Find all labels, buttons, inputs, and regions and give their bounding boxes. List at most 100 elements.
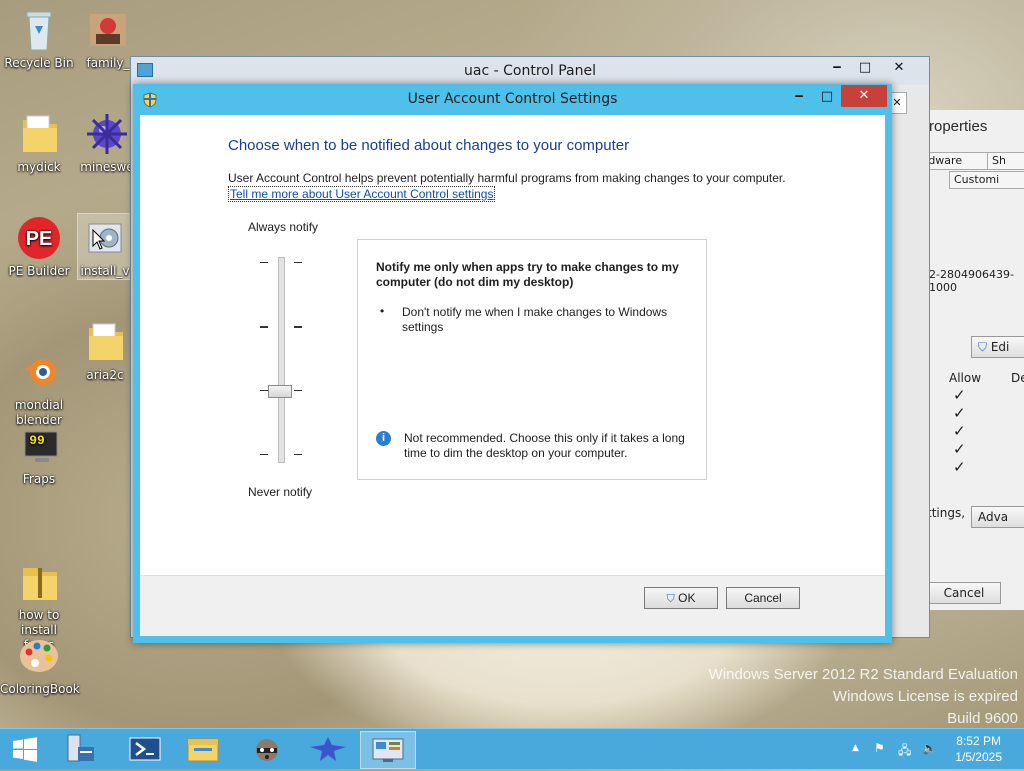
settings-text: ttings, [927, 506, 966, 520]
mouse-cursor-icon [92, 229, 106, 250]
deny-header: De [1011, 371, 1024, 385]
edit-label: Edi [990, 340, 1010, 354]
blender-icon [15, 333, 63, 385]
maximize-button[interactable]: □ [813, 88, 841, 108]
clock-date: 1/5/2025 [955, 750, 1002, 764]
clock-time: 8:52 PM [956, 734, 1001, 748]
control-panel-title: uac - Control Panel [464, 63, 596, 79]
watermark-build: Build 9600 [947, 710, 1018, 727]
uac-body: Choose when to be notified about changes… [140, 115, 885, 636]
close-button[interactable]: ✕ [885, 59, 913, 79]
palette-icon [15, 632, 63, 680]
folder-icon [81, 318, 129, 366]
desktop-icon-label: mineswe [80, 160, 134, 174]
desktop-icon-label: aria2c [86, 368, 124, 382]
desktop-icon-mydick[interactable]: mydick [0, 110, 78, 175]
svg-text:99: 99 [29, 433, 45, 448]
server-manager-button[interactable] [54, 731, 108, 767]
file-explorer-icon [187, 738, 219, 762]
minimize-button[interactable]: ‒ [823, 59, 851, 79]
zip-folder-icon [15, 543, 63, 600]
level-heading: Notify me only when apps try to make cha… [376, 260, 679, 289]
raccoon-icon [256, 739, 278, 761]
control-panel-taskbar-button[interactable] [360, 731, 416, 769]
file-explorer-button[interactable] [176, 731, 230, 767]
control-panel-icon [372, 738, 404, 762]
desktop-icon-coloringbook[interactable]: ColoringBook [0, 632, 80, 697]
page-title: Choose when to be notified about changes… [228, 137, 630, 154]
close-button[interactable]: ✕ [841, 85, 887, 107]
allow-check: ✓ [953, 458, 966, 476]
properties-cancel-button[interactable]: Cancel [927, 582, 1001, 604]
desktop-icon-recycle-bin[interactable]: Recycle Bin [0, 6, 78, 71]
watermark-edition: Windows Server 2012 R2 Standard Evaluati… [708, 666, 1018, 683]
desktop-icon-label: Fraps [22, 472, 56, 486]
raccoon-app-button[interactable] [240, 731, 294, 767]
uac-settings-dialog: User Account Control Settings ‒ □ ✕ Choo… [133, 84, 892, 643]
dragon-icon [310, 737, 346, 761]
ok-label: OK [678, 591, 696, 605]
edit-button[interactable]: ⛉ Edi [971, 336, 1024, 358]
powershell-button[interactable] [118, 731, 172, 767]
desktop-icon-fraps[interactable]: 99 Fraps [0, 422, 78, 487]
allow-check: ✓ [953, 422, 966, 440]
level-bullet-text: Don't notify me when I make changes to W… [402, 305, 668, 334]
ok-button[interactable]: ⛉ OK [644, 587, 718, 609]
action-center-flag-icon[interactable]: ⚑ [874, 741, 885, 755]
tab-sharing[interactable]: Sh [987, 152, 1024, 170]
fraps-icon: 99 [15, 422, 63, 470]
desktop-icon-label: Recycle Bin [4, 56, 74, 70]
allow-check: ✓ [953, 404, 966, 422]
desktop-icon-family[interactable]: family_ [78, 6, 138, 71]
pe-builder-icon: PE [15, 214, 63, 262]
maximize-button[interactable]: □ [851, 59, 879, 79]
taskbar: ▲ ⚑ 🖧 🔈 8:52 PM 1/5/2025 [0, 728, 1024, 769]
sid-text: 2-2804906439-1000 [929, 268, 1014, 294]
desktop-icon-minesweeper[interactable]: mineswe [78, 110, 136, 175]
allow-check: ✓ [953, 440, 966, 458]
always-notify-label: Always notify [248, 220, 319, 234]
minimize-button[interactable]: ‒ [785, 88, 813, 108]
properties-title: roperties [929, 118, 988, 135]
network-icon[interactable]: 🖧 [898, 741, 911, 762]
info-icon: i [376, 431, 391, 446]
dialog-footer: ⛉ OK Cancel [140, 575, 885, 636]
uac-description: User Account Control helps prevent poten… [228, 171, 786, 185]
start-button[interactable] [0, 731, 50, 767]
shield-icon: ⛉ [666, 593, 675, 605]
uac-titlebar[interactable]: User Account Control Settings ‒ □ ✕ [133, 84, 892, 114]
mine-icon [83, 110, 131, 158]
desktop-icon-label: PE Builder [8, 264, 70, 278]
recycle-bin-icon [15, 6, 63, 54]
level-note-text: Not recommended. Choose this only if it … [404, 431, 685, 460]
bullet-icon: • [380, 304, 385, 318]
show-hidden-icons-icon[interactable]: ▲ [852, 743, 859, 753]
svg-text:PE: PE [26, 228, 53, 250]
notification-level-slider-thumb[interactable] [268, 385, 292, 398]
uac-title: User Account Control Settings [407, 91, 618, 107]
tab-customize[interactable]: Customi [949, 171, 1024, 189]
folder-icon [15, 110, 63, 158]
windows-watermark: Windows Server 2012 R2 Standard Evaluati… [709, 664, 1018, 730]
watermark-license: Windows License is expired [832, 688, 1018, 705]
shield-icon: ⛉ [978, 340, 988, 354]
allow-check: ✓ [953, 386, 966, 404]
properties-window: roperties rdware Sh Customi 2-2804906439… [918, 110, 1024, 610]
desktop-icon-pe-builder[interactable]: PE PE Builder [0, 214, 78, 279]
cancel-button[interactable]: Cancel [726, 587, 800, 609]
control-panel-titlebar[interactable]: uac - Control Panel ‒ □ ✕ [131, 57, 929, 85]
advanced-button[interactable]: Adva [971, 506, 1024, 528]
system-clock[interactable]: 8:52 PM 1/5/2025 [955, 733, 1002, 765]
dragon-app-button[interactable] [300, 731, 354, 767]
never-notify-label: Never notify [248, 485, 313, 499]
desktop-icon-label: ColoringBook [0, 682, 80, 696]
level-description-box: Notify me only when apps try to make cha… [357, 239, 707, 480]
image-file-icon [84, 6, 132, 54]
volume-icon[interactable]: 🔈 [922, 741, 937, 755]
notification-level-slider-track[interactable] [278, 257, 285, 463]
desktop-icon-aria2c[interactable]: aria2c [78, 318, 132, 383]
desktop-icon-label: family_ [86, 56, 130, 70]
learn-more-link[interactable]: Tell me more about User Account Control … [228, 186, 496, 202]
powershell-icon [129, 737, 161, 761]
allow-header: Allow [949, 371, 982, 385]
